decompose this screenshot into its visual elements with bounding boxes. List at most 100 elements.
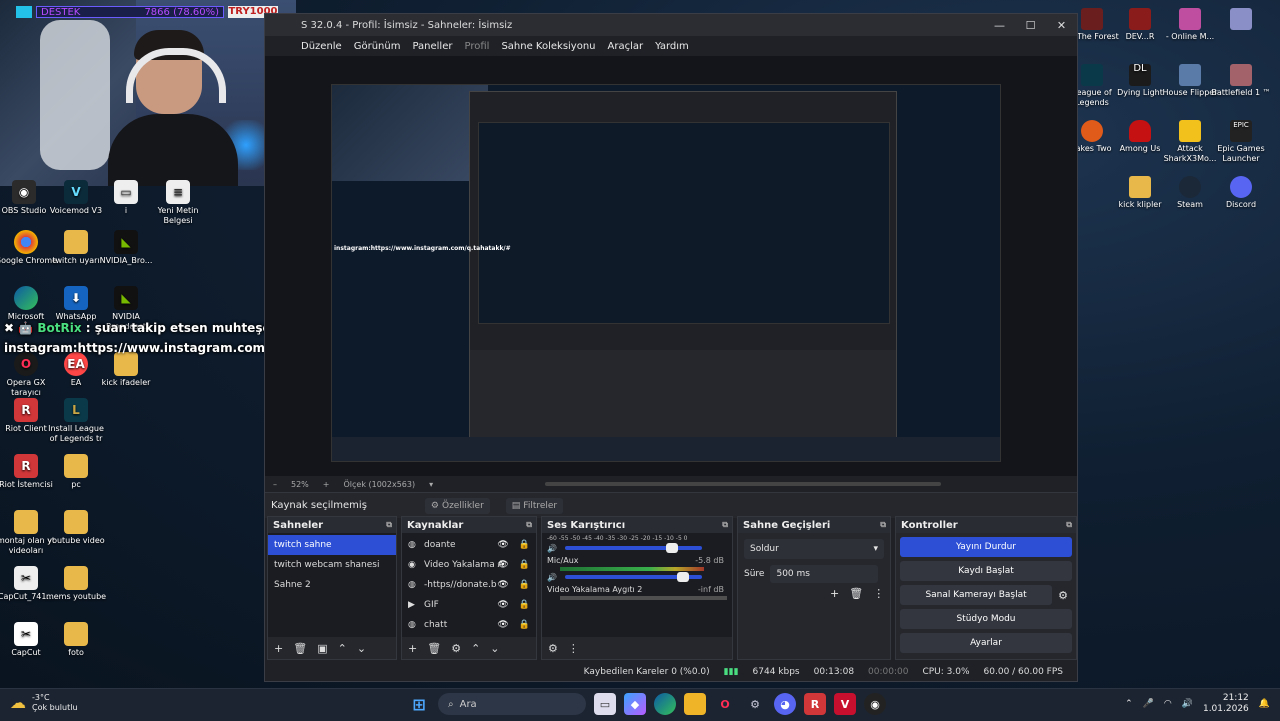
properties-button[interactable]: ⚙ Özellikler (424, 497, 490, 514)
eye-icon[interactable]: 👁 (497, 580, 508, 590)
undock-icon[interactable]: ⧉ (1066, 520, 1072, 530)
discord-icon[interactable]: ◕ (774, 693, 796, 715)
menu-gorunum[interactable]: Görünüm (354, 41, 401, 52)
riot-icon[interactable]: R (804, 693, 826, 715)
notification-bell-icon[interactable]: 🔔 (1259, 699, 1270, 709)
menu-araclar[interactable]: Araçlar (608, 41, 644, 52)
gear-icon[interactable]: ⚙ (1058, 589, 1068, 602)
arrow-down-icon[interactable]: ⌄ (490, 642, 499, 655)
studio-mode-button[interactable]: Stüdyo Modu (900, 609, 1072, 629)
desktop-icon-youtube-video[interactable]: youtube video (44, 510, 108, 546)
volume-slider[interactable] (565, 543, 702, 553)
lock-icon[interactable]: 🔒 (519, 560, 530, 570)
edge-icon[interactable] (654, 693, 676, 715)
volume-icon[interactable]: 🔊 (1182, 699, 1193, 709)
menu-sahne-koleksiyonu[interactable]: Sahne Koleksiyonu (501, 41, 595, 52)
undock-icon[interactable]: ⧉ (526, 520, 532, 530)
minimize-icon[interactable]: — (984, 14, 1015, 36)
desktop-icon-install-league[interactable]: L Install League of Legends tr (44, 398, 108, 444)
volume-slider[interactable] (565, 572, 702, 582)
source-item[interactable]: ◍ chatt 👁 🔒 (402, 615, 536, 635)
settings-button[interactable]: Ayarlar (900, 633, 1072, 653)
obs-titlebar[interactable]: S 32.0.4 - Profil: İsimsiz - Sahneler: İ… (265, 14, 1077, 36)
more-icon[interactable]: ⋮ (568, 642, 579, 655)
desktop-icon-kick-ifadeler[interactable]: kick ifadeler (94, 352, 158, 388)
eye-icon[interactable]: 👁 (497, 600, 508, 610)
gear-icon[interactable]: ⚙ (451, 642, 461, 655)
duration-input[interactable]: 500 ms (770, 565, 879, 583)
file-explorer-icon[interactable] (684, 693, 706, 715)
desktop-icon-pc[interactable]: pc (44, 454, 108, 490)
desktop-icon-battlefield[interactable]: Battlefield 1 ™ (1211, 64, 1271, 98)
horizontal-scrollbar[interactable] (545, 482, 941, 486)
start-recording-button[interactable]: Kaydı Başlat (900, 561, 1072, 581)
weather-widget[interactable]: ☁ -3°C Çok bulutlu (10, 693, 78, 713)
settings-gear-icon[interactable]: ⚙ (744, 693, 766, 715)
speaker-icon[interactable]: 🔊 (547, 544, 557, 553)
lock-icon[interactable]: 🔒 (519, 540, 530, 550)
desktop-icon-yeni-metin[interactable]: ≡ Yeni Metin Belgesi (146, 180, 210, 226)
wifi-icon[interactable]: ◠ (1164, 699, 1172, 709)
speaker-icon[interactable]: 🔊 (547, 573, 557, 582)
transition-select[interactable]: Soldur ▾ (744, 539, 884, 559)
add-icon[interactable]: + (830, 587, 839, 600)
slider-knob[interactable] (665, 543, 678, 553)
valorant-icon[interactable]: V (834, 693, 856, 715)
filter-icon[interactable]: ▣ (317, 642, 327, 655)
scene-item[interactable]: twitch sahne (268, 535, 396, 555)
game-icon[interactable] (1230, 8, 1252, 30)
desktop-icon-nvidia-bro[interactable]: ◣ NVIDIA_Bro... (94, 230, 158, 266)
desktop-icon-foto[interactable]: foto (44, 622, 108, 658)
source-item[interactable]: ◉ Video Yakalama A 👁 🔒 (402, 555, 536, 575)
microphone-icon[interactable]: 🎤 (1143, 699, 1154, 709)
gear-icon[interactable]: ⚙ (548, 642, 558, 655)
desktop-icon-epic[interactable]: EPIC Epic Games Launcher (1211, 120, 1271, 164)
add-icon[interactable]: + (274, 642, 283, 655)
opera-icon[interactable]: O (714, 693, 736, 715)
chevron-up-icon[interactable]: ⌃ (1125, 699, 1133, 709)
desktop-icon-mems-youtube[interactable]: mems youtube (44, 566, 108, 602)
arrow-up-icon[interactable]: ⌃ (338, 642, 347, 655)
trash-icon[interactable]: 🗑 (293, 642, 307, 655)
desktop-icon-discord[interactable]: Discord (1211, 176, 1271, 210)
program-preview[interactable]: instagram:https://www.instagram.com/q.ta… (331, 84, 1001, 462)
undock-icon[interactable]: ⧉ (386, 520, 392, 530)
desktop-icon-online[interactable]: - Online M... (1160, 8, 1220, 42)
source-item[interactable]: ▶ GIF 👁 🔒 (402, 595, 536, 615)
copilot-icon[interactable]: ◆ (624, 693, 646, 715)
more-icon[interactable]: ⋮ (873, 587, 884, 600)
taskbar-search[interactable]: ⌕ Ara (438, 693, 586, 715)
arrow-up-icon[interactable]: ⌃ (471, 642, 480, 655)
slider-knob[interactable] (676, 572, 689, 582)
stop-streaming-button[interactable]: Yayını Durdur (900, 537, 1072, 557)
undock-icon[interactable]: ⧉ (722, 520, 728, 530)
scale-label[interactable]: Ölçek (1002x563) (343, 480, 415, 489)
source-item[interactable]: ◍ -https//donate.b 👁 🔒 (402, 575, 536, 595)
scene-item[interactable]: Sahne 2 (268, 575, 396, 595)
menu-profil[interactable]: Profil (464, 41, 489, 52)
trash-icon[interactable]: 🗑 (849, 587, 863, 600)
windows-start-icon[interactable]: ⊞ (408, 693, 430, 715)
menu-duzenle[interactable]: Düzenle (301, 41, 342, 52)
filters-button[interactable]: ▤ Filtreler (505, 497, 564, 514)
arrow-down-icon[interactable]: ⌄ (357, 642, 366, 655)
scene-item[interactable]: twitch webcam shanesi (268, 555, 396, 575)
lock-icon[interactable]: 🔒 (519, 600, 530, 610)
zoom-in-icon[interactable]: + (323, 480, 330, 489)
lock-icon[interactable]: 🔒 (519, 580, 530, 590)
menu-yardim[interactable]: Yardım (655, 41, 689, 52)
trash-icon[interactable]: 🗑 (427, 642, 441, 655)
lock-icon[interactable]: 🔒 (519, 620, 530, 630)
close-icon[interactable]: ✕ (1046, 14, 1077, 36)
chevron-down-icon[interactable]: ▾ (429, 480, 433, 489)
zoom-out-icon[interactable]: – (273, 480, 277, 489)
clock[interactable]: 21:12 1.01.2026 (1203, 693, 1249, 715)
add-icon[interactable]: + (408, 642, 417, 655)
menu-paneller[interactable]: Paneller (412, 41, 452, 52)
obs-icon[interactable]: ◉ (864, 693, 886, 715)
eye-icon[interactable]: 👁 (497, 560, 508, 570)
maximize-icon[interactable]: ☐ (1015, 14, 1046, 36)
eye-icon[interactable]: 👁 (497, 540, 508, 550)
task-view-icon[interactable]: ▭ (594, 693, 616, 715)
source-item[interactable]: ◍ doante 👁 🔒 (402, 535, 536, 555)
